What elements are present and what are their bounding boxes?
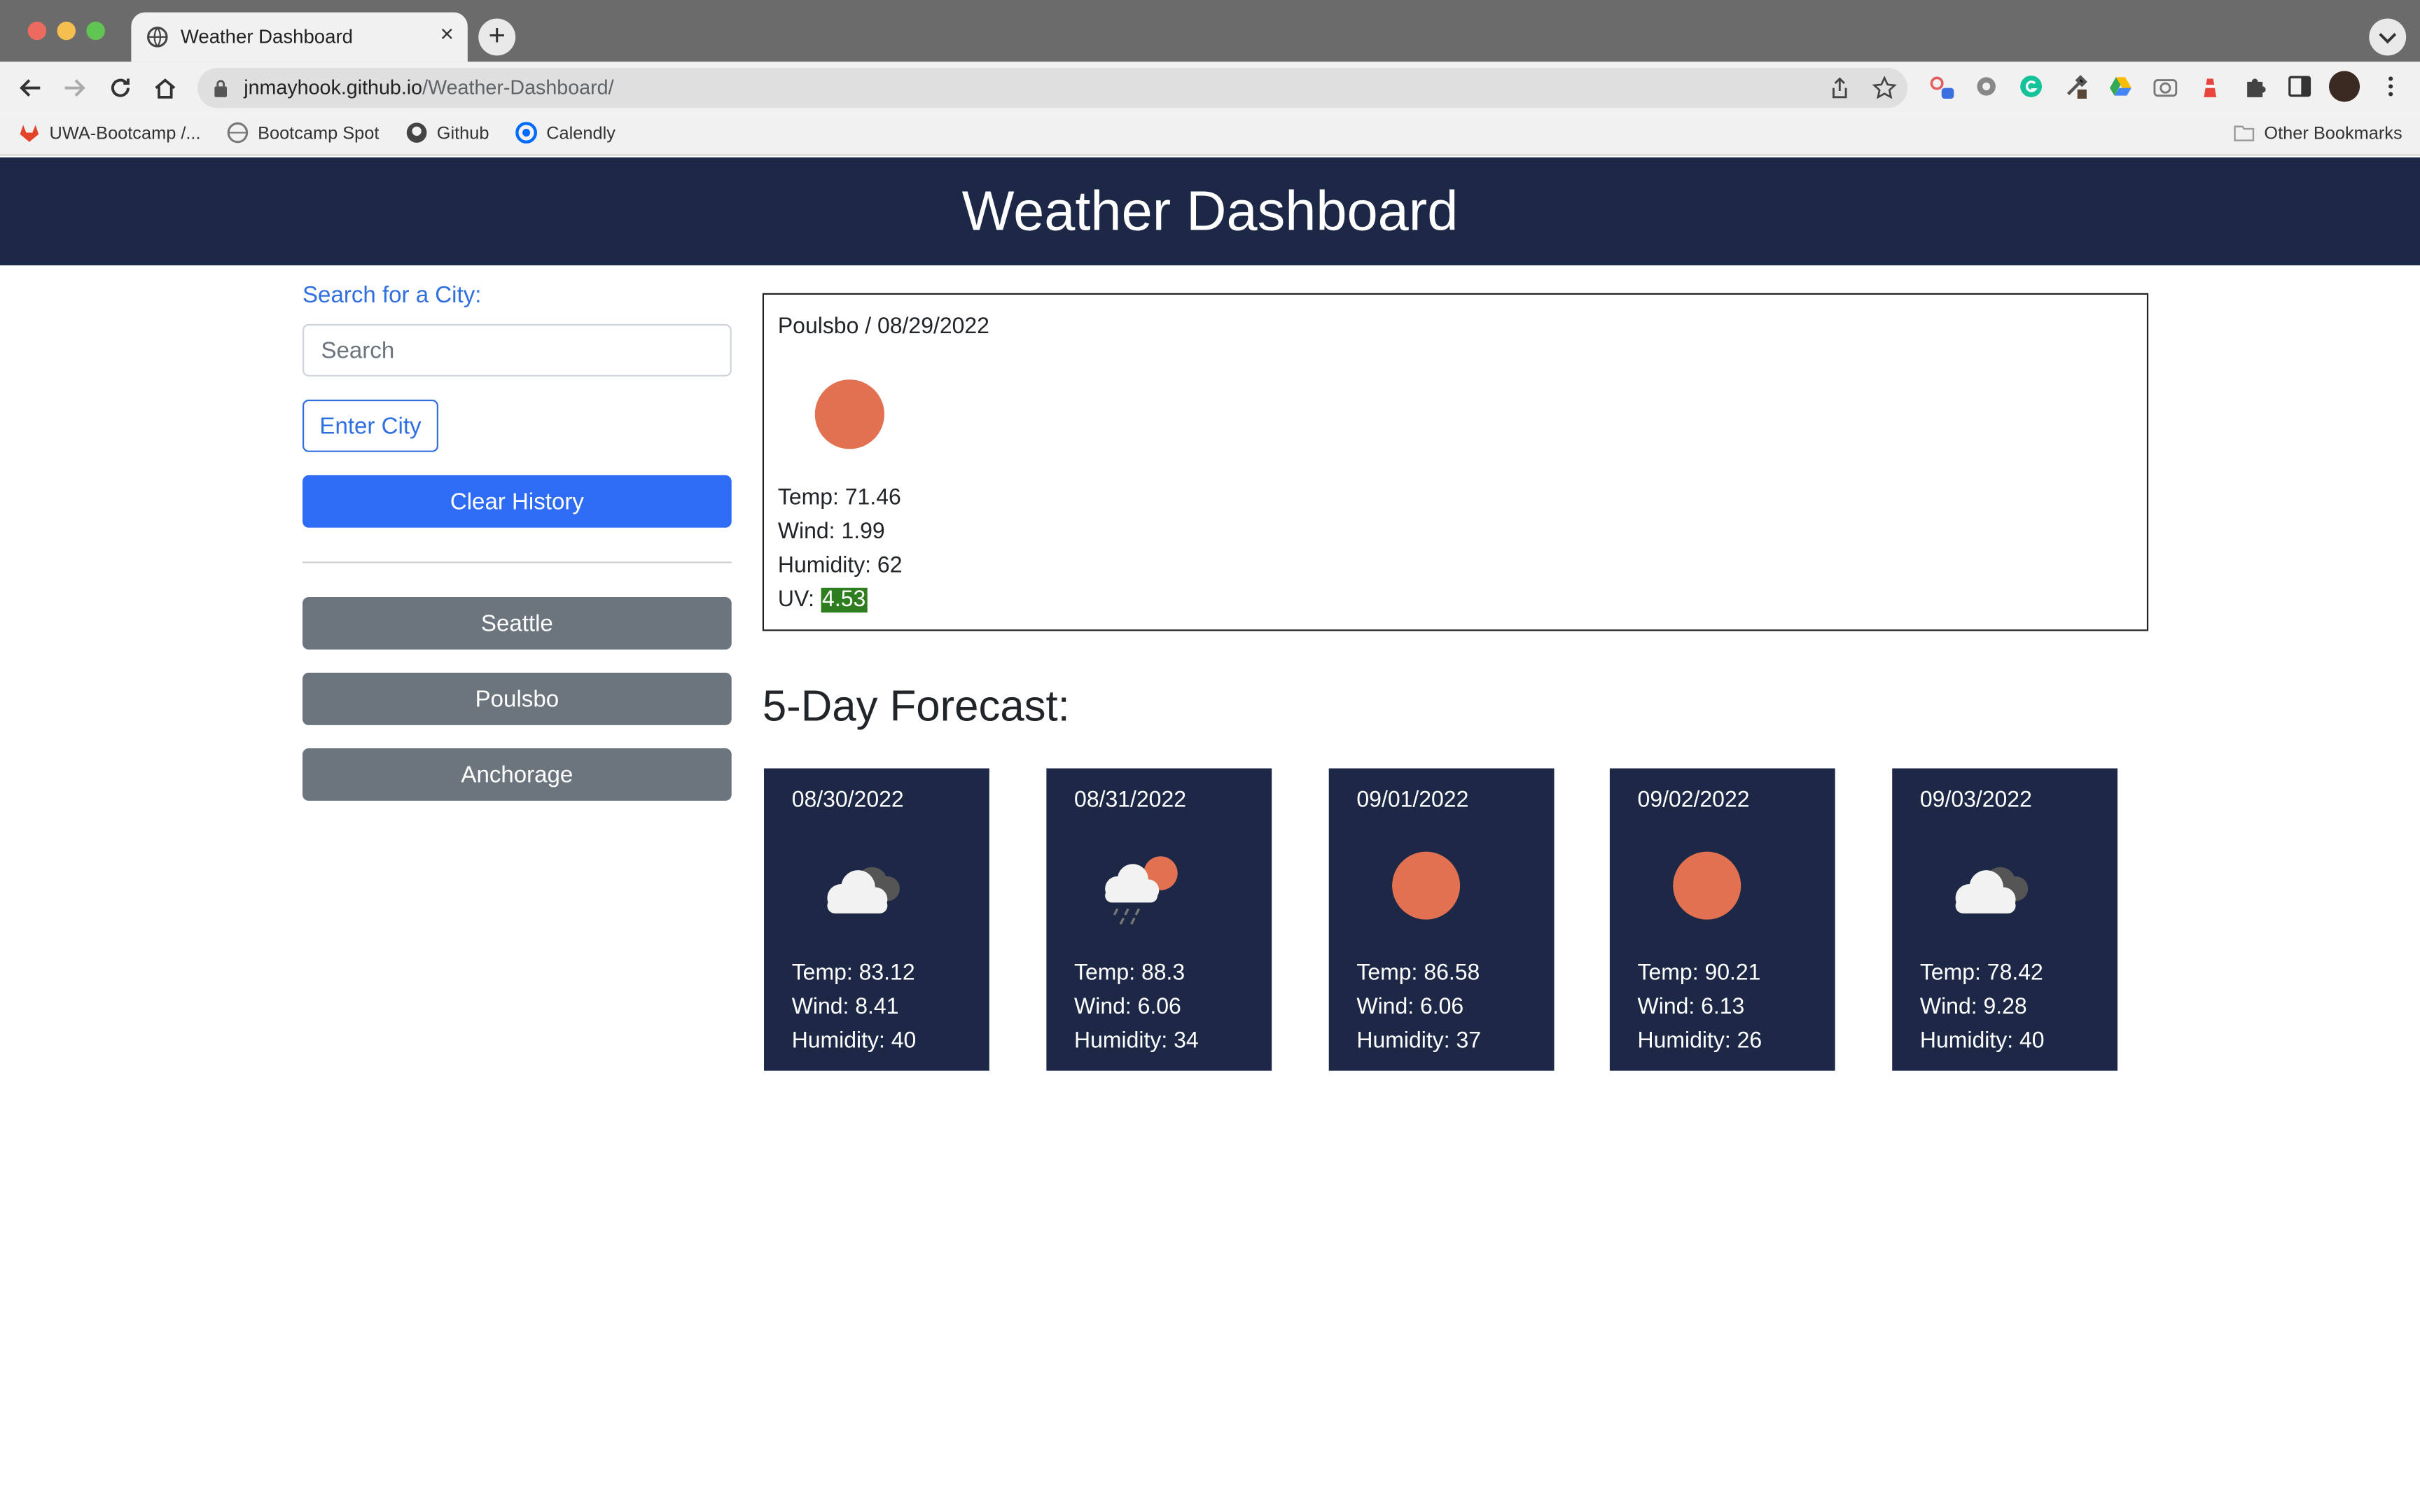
page-title: Weather Dashboard — [961, 178, 1459, 243]
chevron-down-icon — [2379, 33, 2397, 44]
forecast-temp: Temp: 78.42 — [1919, 961, 2043, 986]
sun-icon — [814, 379, 884, 449]
settings-extension-icon[interactable] — [1974, 74, 1998, 99]
eyedropper-icon[interactable] — [2064, 74, 2088, 99]
gitlab-icon — [20, 125, 39, 142]
grammarly-icon[interactable] — [2019, 74, 2043, 99]
forecast-date: 09/03/2022 — [1919, 788, 2032, 813]
forecast-humidity: Humidity: 26 — [1637, 1029, 1762, 1054]
forecast-temp: Temp: 83.12 — [791, 961, 915, 986]
forecast-temp: Temp: 90.21 — [1637, 961, 1761, 986]
browser-window: Weather Dashboard × + jnmayhook.github.i… — [0, 0, 2420, 1512]
globe-icon — [147, 27, 168, 48]
share-icon[interactable] — [1828, 76, 1852, 100]
tab-search-button[interactable] — [2369, 18, 2407, 56]
sun-icon — [1392, 851, 1461, 920]
google-drive-icon[interactable] — [2108, 74, 2133, 99]
forecast-card: 08/31/2022 Temp: 88.3 Wind: 6.06 Humidit… — [1046, 768, 1272, 1071]
forecast-humidity: Humidity: 40 — [1919, 1029, 2045, 1054]
home-icon[interactable] — [150, 73, 181, 104]
sun-rain-icon — [1105, 856, 1178, 925]
puzzle-extensions-icon[interactable] — [2243, 74, 2267, 99]
forecast-date: 09/02/2022 — [1637, 788, 1750, 813]
history-city-button[interactable]: Anchorage — [302, 748, 732, 801]
forecast-temp: Temp: 88.3 — [1074, 961, 1185, 986]
forecast-temp: Temp: 86.58 — [1356, 961, 1480, 986]
forecast-wind: Wind: 6.13 — [1637, 995, 1745, 1020]
cloudy-icon — [827, 867, 900, 913]
forecast-humidity: Humidity: 34 — [1074, 1029, 1199, 1054]
current-city-date: Poulsbo / 08/29/2022 — [777, 314, 989, 340]
enter-city-button[interactable]: Enter City — [302, 399, 438, 452]
forecast-date: 08/31/2022 — [1074, 788, 1187, 813]
bookmark-star-icon[interactable] — [1872, 76, 1897, 100]
sidebar-divider — [302, 561, 732, 564]
close-tab-icon[interactable]: × — [440, 22, 454, 48]
cloudy-icon — [1955, 867, 2029, 913]
forecast-card: 09/01/2022 Temp: 86.58 Wind: 6.06 Humidi… — [1328, 768, 1555, 1071]
browser-tab[interactable]: Weather Dashboard × — [131, 12, 468, 62]
folder-icon — [2234, 125, 2255, 141]
more-menu-icon[interactable] — [2379, 74, 2403, 99]
calendly-icon — [515, 122, 538, 144]
reload-icon[interactable] — [105, 73, 136, 104]
forecast-wind: Wind: 9.28 — [1919, 995, 2027, 1020]
maximize-window-button[interactable] — [86, 21, 105, 41]
camera-icon[interactable] — [2153, 74, 2178, 99]
bookmark-calendly[interactable]: Calendly — [515, 122, 616, 146]
current-temp: Temp: 71.46 — [777, 486, 901, 511]
bookmark-uwa-bootcamp[interactable]: UWA-Bootcamp /... — [18, 122, 201, 146]
new-tab-button[interactable]: + — [478, 18, 516, 56]
history-city-button[interactable]: Seattle — [302, 596, 732, 650]
back-icon[interactable] — [15, 73, 46, 104]
bookmarks-bar: UWA-Bootcamp /... Bootcamp Spot Github C… — [0, 112, 2420, 156]
current-weather-card: Poulsbo / 08/29/2022 Temp: 71.46 Wind: 1… — [762, 293, 2149, 631]
close-window-button[interactable] — [27, 21, 47, 41]
forecast-card: 09/02/2022 Temp: 90.21 Wind: 6.13 Humidi… — [1609, 768, 1835, 1071]
minimize-window-button[interactable] — [57, 21, 76, 41]
clear-history-button[interactable]: Clear History — [302, 475, 732, 528]
current-humidity: Humidity: 62 — [777, 554, 903, 579]
search-label: Search for a City: — [302, 282, 482, 309]
globe-icon — [227, 122, 249, 144]
forecast-wind: Wind: 6.06 — [1074, 995, 1181, 1020]
lock-icon — [214, 80, 228, 97]
forecast-title: 5-Day Forecast: — [762, 682, 1070, 730]
forecast-card: 08/30/2022 Temp: 83.12 Wind: 8.41 Humidi… — [764, 768, 989, 1071]
address-bar[interactable]: jnmayhook.github.io/Weather-Dashboard/ — [197, 67, 1908, 108]
current-wind: Wind: 1.99 — [777, 519, 885, 545]
forecast-wind: Wind: 6.06 — [1356, 995, 1464, 1020]
current-uv: UV: 4.53 — [777, 587, 868, 613]
uv-label: UV: — [777, 587, 821, 613]
forecast-humidity: Humidity: 40 — [791, 1029, 917, 1054]
tab-strip: Weather Dashboard × + — [0, 0, 2420, 62]
history-city-button[interactable]: Poulsbo — [302, 672, 732, 725]
tab-title: Weather Dashboard — [180, 26, 353, 48]
other-bookmarks[interactable]: Other Bookmarks — [2233, 122, 2402, 146]
side-panel-icon[interactable] — [2287, 74, 2311, 99]
city-search-input[interactable] — [302, 323, 732, 377]
extension-pins-icon[interactable] — [1929, 74, 1954, 99]
bookmark-bootcamp-spot[interactable]: Bootcamp Spot — [227, 122, 379, 146]
forecast-date: 08/30/2022 — [791, 788, 904, 813]
forecast-date: 09/01/2022 — [1356, 788, 1469, 813]
forecast-wind: Wind: 8.41 — [791, 995, 899, 1020]
forward-icon[interactable] — [59, 73, 90, 104]
sun-icon — [1673, 851, 1741, 920]
forecast-card: 09/03/2022 Temp: 78.42 Wind: 9.28 Humidi… — [1892, 768, 2118, 1071]
bookmark-github[interactable]: Github — [406, 122, 489, 146]
github-icon — [406, 122, 427, 143]
profile-avatar[interactable] — [2328, 71, 2360, 102]
uv-badge: 4.53 — [820, 587, 868, 613]
forecast-humidity: Humidity: 37 — [1356, 1029, 1482, 1054]
url-text: jnmayhook.github.io/Weather-Dashboard/ — [244, 76, 614, 99]
browser-toolbar: jnmayhook.github.io/Weather-Dashboard/ — [0, 62, 2420, 113]
lighthouse-icon[interactable] — [2198, 74, 2223, 99]
page-header: Weather Dashboard — [0, 157, 2420, 266]
